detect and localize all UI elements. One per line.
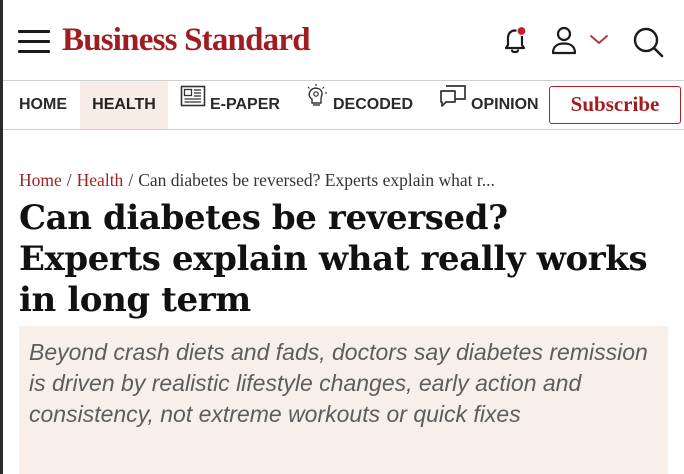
bell-icon[interactable] — [497, 22, 533, 58]
nav-item-decoded[interactable]: DECODED — [305, 81, 413, 129]
newspaper-icon — [180, 79, 206, 127]
article-headline: Can diabetes be reversed? Experts explai… — [19, 198, 648, 320]
breadcrumb-current: Can diabetes be reversed? Experts explai… — [138, 170, 495, 190]
breadcrumb-separator: / — [128, 170, 134, 190]
breadcrumb-home-link[interactable]: Home — [19, 170, 62, 190]
nav-item-decoded-label: DECODED — [333, 96, 414, 114]
site-header: Business Standard — [0, 0, 684, 80]
article-summary-text: Beyond crash diets and fads, doctors say… — [29, 339, 648, 427]
nav-item-opinion[interactable]: OPINION — [439, 81, 539, 129]
chevron-down-icon[interactable] — [588, 32, 610, 48]
search-icon[interactable] — [630, 24, 666, 60]
breadcrumb-separator: / — [66, 170, 72, 190]
nav-item-epaper-label: E-PAPER — [210, 96, 280, 114]
article-summary: Beyond crash diets and fads, doctors say… — [19, 326, 668, 474]
breadcrumb: Home / Health / Can diabetes be reversed? Ex… — [19, 170, 669, 191]
nav-item-home[interactable]: HOME — [19, 81, 67, 129]
speech-bubble-icon — [439, 79, 467, 127]
breadcrumb-section-link[interactable]: Health — [77, 170, 124, 190]
nav-item-opinion-label: OPINION — [471, 96, 539, 114]
site-logo[interactable]: Business Standard — [62, 22, 311, 59]
user-icon[interactable] — [549, 24, 579, 56]
menu-icon[interactable] — [18, 30, 50, 54]
subscribe-button[interactable]: Subscribe — [549, 86, 681, 124]
nav-item-epaper[interactable]: E-PAPER — [180, 81, 280, 129]
section-nav: HOME HEALTH E-PAPER DECODED OPINION Subs… — [3, 80, 684, 130]
brain-bulb-icon — [305, 79, 329, 127]
nav-item-health[interactable]: HEALTH — [80, 81, 168, 129]
